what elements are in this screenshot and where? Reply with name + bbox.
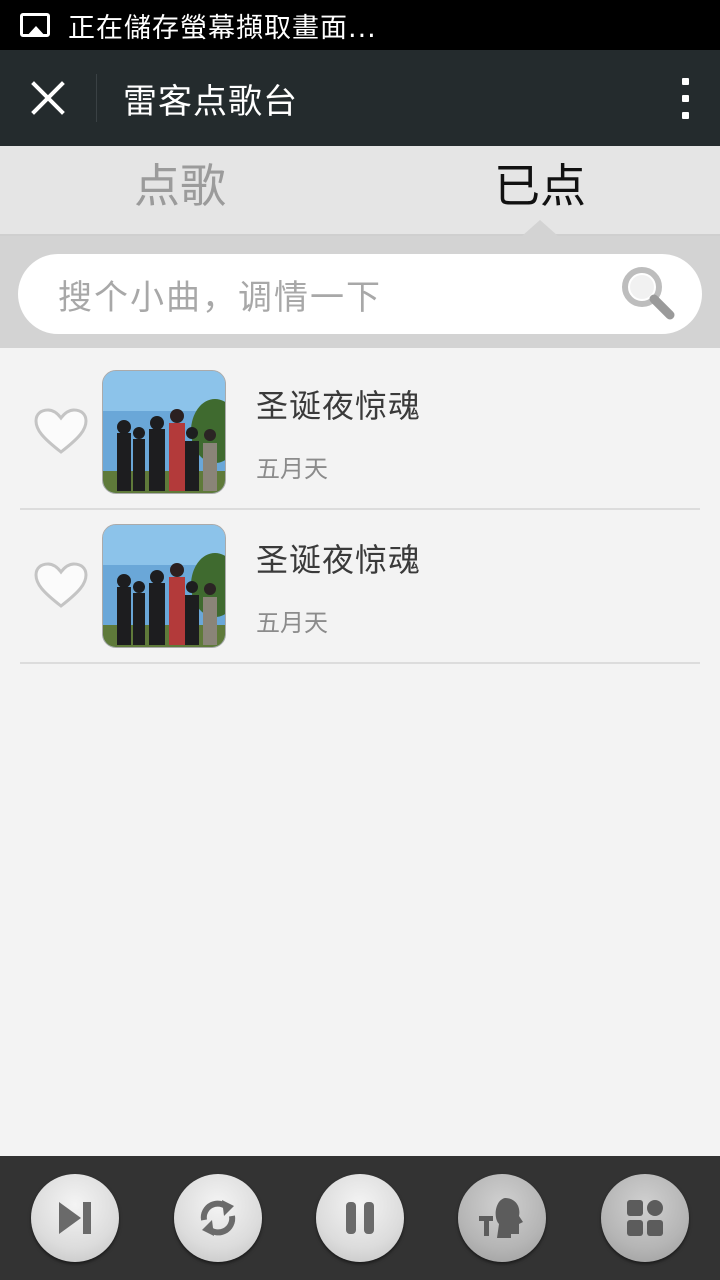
more-dot-icon [681, 94, 689, 102]
album-cover [102, 524, 226, 648]
page-title: 雷客点歌台 [123, 81, 298, 122]
heart-icon [34, 562, 88, 608]
favorite-button[interactable] [20, 556, 102, 616]
next-track-button[interactable] [31, 1174, 120, 1262]
active-tab-indicator [522, 220, 558, 236]
tab-requested[interactable]: 已点 [360, 146, 720, 236]
song-info: 圣诞夜惊魂 五月天 [256, 535, 421, 638]
list-item[interactable]: 圣诞夜惊魂 五月天 [20, 510, 700, 664]
song-artist: 五月天 [256, 608, 328, 637]
title-divider [96, 74, 97, 122]
song-title: 圣诞夜惊魂 [256, 540, 422, 579]
singer-icon [479, 1198, 524, 1238]
tab-request[interactable]: 点歌 [0, 146, 360, 234]
more-dot-icon [681, 77, 689, 85]
repeat-icon [200, 1200, 235, 1236]
song-list: 圣诞夜惊魂 五月天 圣诞夜惊魂 五月天 [20, 356, 700, 664]
tab-label: 点歌 [134, 159, 226, 213]
song-artist: 五月天 [256, 454, 328, 483]
skip-next-icon [59, 1202, 92, 1234]
list-item[interactable]: 圣诞夜惊魂 五月天 [20, 356, 700, 510]
song-title: 圣诞夜惊魂 [256, 386, 422, 425]
apps-button[interactable] [600, 1174, 689, 1262]
tab-bar: 点歌 已点 [0, 146, 720, 236]
search-icon[interactable] [614, 259, 684, 329]
singer-button[interactable] [458, 1174, 547, 1262]
pause-icon [345, 1202, 374, 1234]
screenshot-icon [20, 13, 50, 37]
more-menu-button[interactable] [650, 50, 720, 146]
player-control-bar [0, 1156, 720, 1280]
status-bar: 正在儲存螢幕擷取畫面... [0, 0, 720, 50]
apps-icon [626, 1200, 663, 1236]
album-cover [102, 370, 226, 494]
search-placeholder: 搜个小曲，调情一下 [58, 277, 382, 318]
repeat-button[interactable] [173, 1174, 262, 1262]
close-button[interactable] [0, 50, 96, 146]
status-text: 正在儲存螢幕擷取畫面... [68, 12, 377, 44]
tab-label: 已点 [494, 159, 586, 213]
close-icon [31, 81, 65, 115]
pause-button[interactable] [315, 1174, 404, 1262]
heart-icon [34, 408, 88, 454]
search-input[interactable]: 搜个小曲，调情一下 [18, 254, 702, 334]
title-bar: 雷客点歌台 [0, 50, 720, 146]
more-dot-icon [681, 111, 689, 119]
search-area: 搜个小曲，调情一下 [0, 236, 720, 348]
favorite-button[interactable] [20, 402, 102, 462]
song-info: 圣诞夜惊魂 五月天 [256, 381, 421, 484]
